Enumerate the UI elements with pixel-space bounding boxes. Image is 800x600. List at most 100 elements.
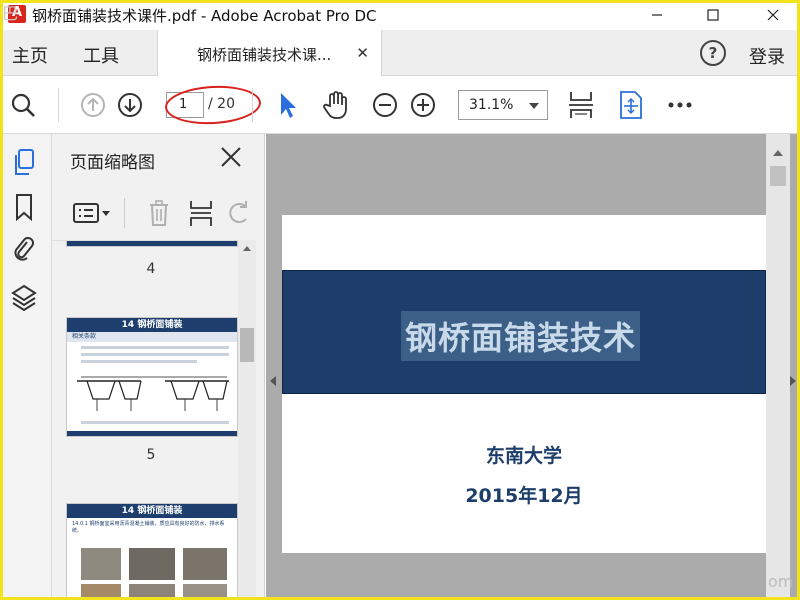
zoom-out-button[interactable]	[370, 90, 400, 120]
thumbnail-text-line	[81, 360, 197, 363]
delete-page-button[interactable]	[144, 198, 174, 228]
arrow-up-circle-icon	[81, 93, 105, 117]
thumbnail-page-number: 5	[146, 447, 156, 463]
more-options-button[interactable]	[665, 90, 695, 120]
thumbnail-page-6[interactable]: 14 钢桥面铺装 14.0.1 钢桥面宜采用沥青混凝土铺装，质应具有良好的防水、…	[66, 503, 238, 600]
search-button[interactable]	[8, 90, 38, 120]
thumbnail-page-4[interactable]	[66, 241, 238, 247]
panel-toolbar-divider	[124, 198, 125, 228]
next-page-button[interactable]	[115, 90, 145, 120]
thumbnail-page-number: 4	[146, 261, 156, 277]
scrollbar-thumb[interactable]	[240, 328, 254, 362]
thumbnail-diagram	[77, 376, 229, 411]
collapse-right-icon[interactable]	[790, 376, 796, 386]
minus-circle-icon	[373, 93, 397, 117]
document-date: 2015年12月	[465, 485, 583, 507]
thumbnail-list[interactable]: 4 14 钢桥面铺装 相关条款 5 14 钢桥面铺装 14.0.1 钢桥面宜采用…	[52, 240, 250, 600]
watermark-bottom-right: om	[768, 572, 794, 591]
plus-circle-icon	[411, 93, 435, 117]
thumbnail-page-5[interactable]: 14 钢桥面铺装 相关条款	[66, 317, 238, 437]
attachments-button[interactable]	[9, 234, 39, 264]
collapse-left-icon[interactable]	[270, 376, 276, 386]
insert-page-button[interactable]	[186, 198, 216, 228]
tab-document-label: 钢桥面铺装技术课...	[197, 46, 332, 64]
page-thumbnails-button[interactable]	[9, 148, 39, 178]
red-highlight-circle	[164, 83, 262, 127]
thumbnail-photo	[129, 584, 175, 600]
pages-icon	[15, 149, 34, 175]
thumbnail-footer-bar	[67, 431, 237, 436]
list-options-icon	[73, 203, 110, 223]
page-thumbnails-panel: 页面缩略图 4 14 钢桥面铺装 相关条款 5 14 钢桥面铺装 14.0.1 …	[52, 134, 265, 600]
document-scrollbar[interactable]	[766, 134, 790, 600]
thumbnail-text-line	[81, 421, 229, 424]
thumbnail-photo	[129, 548, 175, 580]
thumbnail-header: 14 钢桥面铺装	[67, 504, 237, 518]
toolbar-divider	[58, 88, 59, 122]
rotate-page-button[interactable]	[224, 198, 254, 228]
close-icon	[221, 147, 241, 167]
thumbnail-subheader: 相关条款	[67, 332, 237, 342]
panel-toolbar	[52, 192, 265, 236]
layers-icon	[11, 284, 37, 311]
insert-pages-icon	[190, 201, 212, 226]
chevron-down-icon	[529, 103, 539, 109]
previous-page-button[interactable]	[78, 90, 108, 120]
tab-bar: 主页 工具 钢桥面铺装技术课... ✕ ? 登录	[0, 30, 800, 76]
document-title: 钢桥面铺装技术	[401, 311, 641, 361]
maximize-button[interactable]	[690, 0, 736, 30]
bookmark-icon	[16, 194, 32, 221]
thumbnail-photo	[81, 548, 121, 580]
fit-width-button[interactable]	[566, 90, 596, 120]
search-icon	[11, 93, 35, 117]
thumbnail-bullet: 14.0.1 钢桥面宜采用沥青混凝土铺装，质应具有良好的防水、排水系统。	[72, 521, 225, 534]
bookmarks-button[interactable]	[9, 192, 39, 222]
scroll-up-icon[interactable]	[773, 150, 783, 156]
hand-tool-button[interactable]	[321, 90, 351, 120]
tab-tools[interactable]: 工具	[83, 42, 119, 68]
thumbnail-footer-bar	[67, 241, 237, 246]
layers-button[interactable]	[9, 282, 39, 312]
toolbar-divider	[252, 88, 253, 122]
close-icon	[767, 9, 779, 21]
help-icon[interactable]: ?	[700, 40, 726, 66]
zoom-in-button[interactable]	[408, 90, 438, 120]
thumbnail-scrollbar[interactable]	[238, 240, 256, 600]
toolbar: 1 / 20 31.1%	[0, 76, 800, 134]
minimize-icon	[652, 14, 662, 16]
thumbnail-text-line	[81, 346, 229, 349]
rotate-icon	[229, 201, 247, 223]
maximize-icon	[707, 9, 719, 21]
tab-document[interactable]: 钢桥面铺装技术课... ✕	[157, 30, 382, 76]
panel-title: 页面缩略图	[70, 153, 155, 173]
thumbnail-photo	[183, 548, 227, 580]
arrow-down-circle-icon	[118, 93, 142, 117]
thumbnail-photo	[183, 584, 227, 600]
thumbnail-options-button[interactable]	[72, 198, 112, 228]
scroll-up-icon[interactable]	[243, 246, 251, 251]
fullscreen-icon	[620, 91, 642, 119]
trash-icon	[150, 200, 168, 226]
zoom-value: 31.1%	[469, 97, 514, 113]
more-horizontal-icon	[668, 102, 692, 108]
fit-width-icon	[569, 92, 593, 118]
thumbnail-header: 14 钢桥面铺装	[67, 318, 237, 332]
minimize-button[interactable]	[634, 0, 680, 30]
title-band: 钢桥面铺装技术	[282, 270, 766, 394]
login-button[interactable]: 登录	[749, 43, 785, 69]
thumbnail-photo	[81, 584, 121, 600]
window-close-button[interactable]	[750, 0, 796, 30]
watermark-top-left: 巴	[2, 4, 19, 23]
tab-home[interactable]: 主页	[12, 42, 48, 68]
paperclip-icon	[14, 237, 34, 261]
panel-close-button[interactable]	[220, 146, 242, 168]
tab-close-button[interactable]: ✕	[356, 44, 369, 62]
full-screen-button[interactable]	[616, 90, 646, 120]
institution: 东南大学	[485, 445, 562, 467]
title-bar: 钢桥面铺装技术课件.pdf - Adobe Acrobat Pro DC	[0, 0, 800, 30]
select-tool-button[interactable]	[272, 90, 302, 120]
zoom-level-select[interactable]: 31.1%	[458, 90, 548, 120]
scrollbar-thumb[interactable]	[770, 166, 786, 186]
hand-icon	[323, 91, 347, 119]
cursor-arrow-icon	[281, 93, 296, 118]
